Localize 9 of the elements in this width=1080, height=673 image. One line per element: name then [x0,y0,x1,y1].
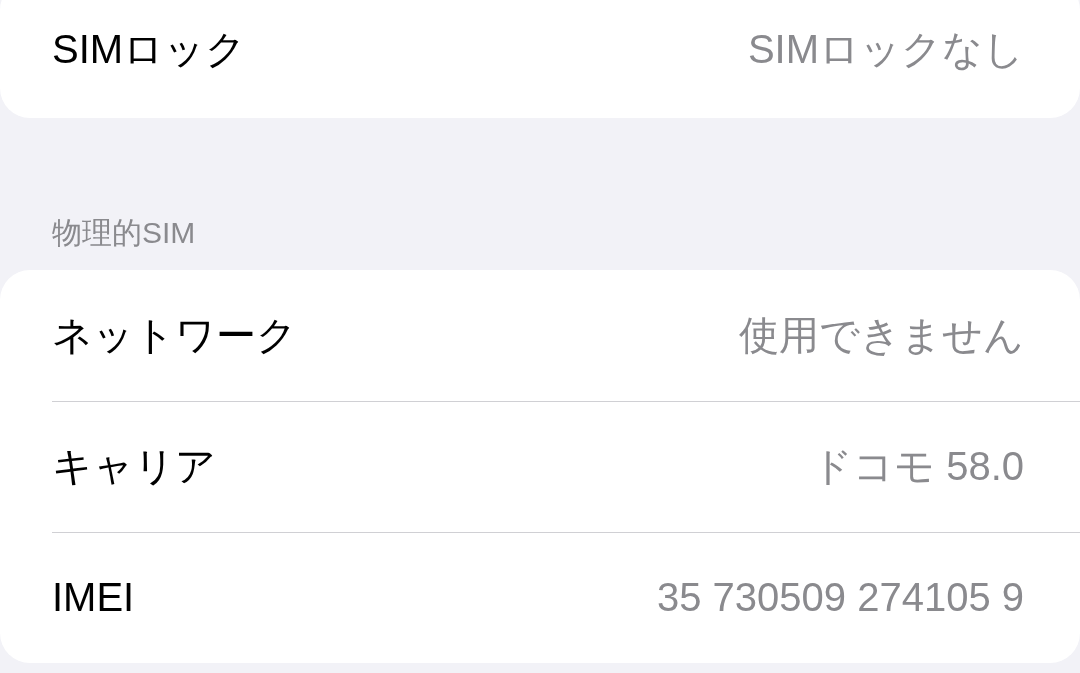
row-label: IMEI [52,575,135,620]
row-value: SIMロックなし [747,25,1024,73]
section-header: 物理的SIM [51,215,197,251]
row-value: 使用できません [739,312,1024,359]
row-label: SIMロック [52,25,247,73]
row-value: ドコモ 58.0 [812,443,1024,490]
row-value: 35 730509 274105 9 [656,575,1024,620]
row-label: キャリア [52,443,216,490]
row-label: ネットワーク [52,312,297,359]
